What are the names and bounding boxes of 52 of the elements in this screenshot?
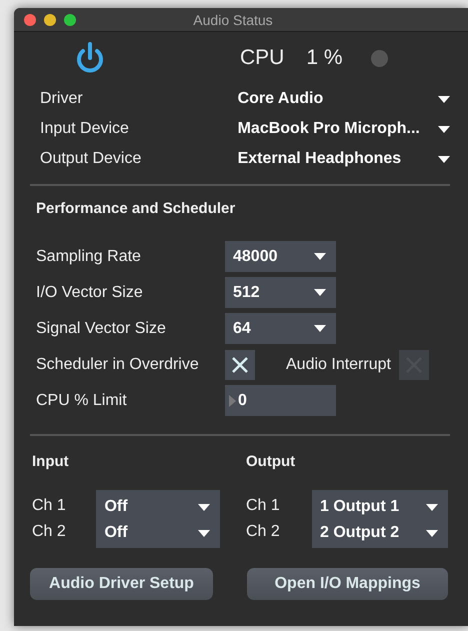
caret-icon <box>438 126 450 132</box>
channel-value: 2 Output 2 <box>320 524 400 542</box>
cpu-reading: 1 % <box>306 46 343 70</box>
device-dropdown[interactable]: MacBook Pro Microph... <box>238 120 450 138</box>
device-label: Output Device <box>39 150 142 168</box>
device-dropdown[interactable]: External Headphones <box>238 150 450 168</box>
channel-value: Off <box>104 498 128 516</box>
cross-icon <box>231 356 249 374</box>
action-button[interactable]: Audio Driver Setup <box>30 568 213 600</box>
caret-icon <box>438 156 450 162</box>
setting-label: Sampling Rate <box>35 248 142 266</box>
window-title: Audio Status <box>193 12 273 28</box>
close-button[interactable] <box>24 14 36 26</box>
column-heading: Input <box>31 452 70 472</box>
caret-icon <box>438 96 450 102</box>
device-label: Driver <box>39 90 84 108</box>
channel-value: 1 Output 1 <box>320 498 400 516</box>
number-field[interactable]: 0 <box>225 385 336 416</box>
caret-icon <box>426 504 438 510</box>
caret-icon <box>314 289 326 296</box>
column-heading: Output <box>245 452 296 472</box>
cpu-indicator <box>370 50 388 66</box>
device-dropdown[interactable]: Core Audio <box>238 90 450 108</box>
channel-label: Ch 2 <box>246 523 281 541</box>
caret-icon <box>198 530 210 536</box>
device-label: Input Device <box>39 120 130 138</box>
setting-dropdown[interactable]: 64 <box>225 313 336 344</box>
setting-label: Signal Vector Size <box>35 320 167 338</box>
channel-dropdown[interactable]: 1 Output 1 2 Output 2 <box>312 490 448 548</box>
power-icon[interactable] <box>74 41 106 75</box>
caret-icon <box>198 504 210 510</box>
channel-label: Ch 2 <box>32 523 67 541</box>
setting-label: CPU % Limit <box>35 392 128 410</box>
setting-label: I/O Vector Size <box>35 284 144 302</box>
minimize-button[interactable] <box>44 14 56 26</box>
arrow-icon <box>229 394 236 406</box>
setting-label: Scheduler in Overdrive <box>35 356 200 374</box>
caret-icon <box>426 530 438 536</box>
caret-icon <box>314 253 326 260</box>
setting-label: Audio Interrupt <box>286 356 391 374</box>
zoom-button[interactable] <box>64 14 76 26</box>
channel-label: Ch 1 <box>32 497 67 515</box>
action-button[interactable]: Open I/O Mappings <box>247 568 448 600</box>
channel-label: Ch 1 <box>246 497 281 515</box>
cpu-label: CPU <box>240 46 284 70</box>
section-heading: Performance and Scheduler <box>35 199 236 217</box>
setting-dropdown[interactable]: 48000 <box>225 241 336 272</box>
checkbox[interactable] <box>225 350 255 380</box>
setting-dropdown[interactable]: 512 <box>225 277 336 308</box>
channel-dropdown[interactable]: Off Off <box>96 490 220 548</box>
caret-icon <box>314 325 326 332</box>
channel-value: Off <box>104 524 128 542</box>
